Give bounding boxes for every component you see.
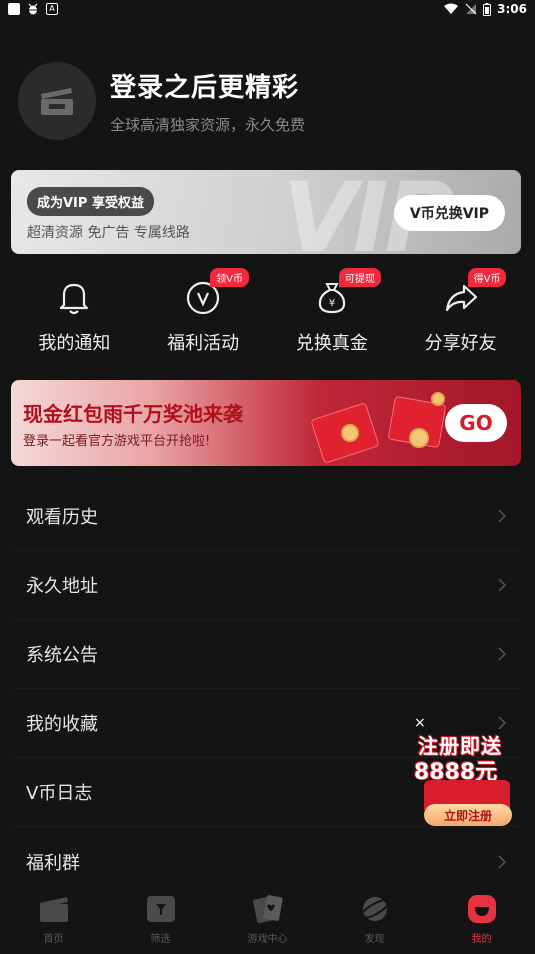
badge-withdrawable: 可提现 bbox=[338, 268, 381, 287]
shortcut-label: 我的通知 bbox=[38, 333, 111, 354]
register-float-ad[interactable]: × 注册即送 8888元 立即注册 bbox=[412, 716, 520, 828]
profile-header[interactable]: 登录之后更精彩 全球高清独家资源，永久免费 bbox=[18, 62, 305, 140]
tab-label: 首页 bbox=[43, 934, 64, 945]
status-icons-left: A bbox=[8, 3, 58, 15]
default-avatar-icon bbox=[41, 88, 73, 115]
tab-mine[interactable]: 我的 bbox=[428, 882, 535, 954]
bottom-tab-bar: 首页 筛选 游戏中心 发现 我的 bbox=[0, 882, 535, 954]
menu-label: V币日志 bbox=[26, 783, 93, 804]
login-title[interactable]: 登录之后更精彩 bbox=[110, 67, 305, 104]
go-button[interactable]: GO bbox=[445, 404, 507, 442]
chevron-right-icon bbox=[495, 509, 509, 523]
menu-item-announcements[interactable]: 系统公告 bbox=[14, 620, 521, 689]
status-time: 3:06 bbox=[497, 2, 527, 16]
avatar[interactable] bbox=[18, 62, 96, 140]
menu-label: 福利群 bbox=[26, 852, 80, 874]
svg-text:¥: ¥ bbox=[329, 298, 335, 309]
shortcut-exchange-cash[interactable]: 可提现 ¥ 兑换真金 bbox=[277, 268, 387, 358]
badge-earn-vcoin: 得V币 bbox=[467, 268, 507, 287]
a-badge-icon: A bbox=[46, 3, 58, 15]
tab-filter[interactable]: 筛选 bbox=[107, 882, 214, 954]
planet-icon bbox=[359, 894, 391, 924]
shortcut-label: 福利活动 bbox=[167, 333, 240, 354]
menu-label: 我的收藏 bbox=[26, 714, 98, 735]
login-subtitle: 全球高清独家资源，永久免费 bbox=[110, 116, 306, 134]
menu-item-permanent-address[interactable]: 永久地址 bbox=[14, 551, 521, 620]
status-icons-right: 3:06 bbox=[443, 2, 527, 16]
shortcut-row: 我的通知 领V币 福利活动 可提现 ¥ 兑换真金 得V币 分享好友 bbox=[0, 268, 535, 358]
tab-home[interactable]: 首页 bbox=[0, 882, 107, 954]
close-icon[interactable]: × bbox=[414, 716, 428, 730]
tab-discover[interactable]: 发现 bbox=[321, 882, 428, 954]
chevron-right-icon bbox=[495, 578, 509, 592]
shortcut-label: 兑换真金 bbox=[295, 333, 368, 354]
menu-label: 系统公告 bbox=[26, 645, 98, 666]
bell-icon bbox=[56, 280, 92, 316]
notification-square-icon bbox=[8, 3, 20, 15]
tab-label: 筛选 bbox=[150, 934, 171, 945]
profile-text: 登录之后更精彩 全球高清独家资源，永久免费 bbox=[110, 67, 305, 135]
tab-label: 我的 bbox=[471, 934, 492, 945]
vip-tag: 成为VIP 享受权益 bbox=[27, 187, 154, 216]
menu-label: 永久地址 bbox=[26, 576, 98, 597]
cards-icon bbox=[252, 894, 284, 924]
menu-item-watch-history[interactable]: 观看历史 bbox=[14, 482, 521, 551]
wifi-icon bbox=[444, 3, 459, 14]
no-signal-icon bbox=[465, 3, 477, 15]
bug-icon bbox=[27, 3, 39, 15]
filter-icon bbox=[145, 894, 177, 924]
shortcut-label: 分享好友 bbox=[424, 333, 497, 354]
tab-game-center[interactable]: 游戏中心 bbox=[214, 882, 321, 954]
register-now-button[interactable]: 立即注册 bbox=[424, 804, 512, 826]
battery-icon bbox=[483, 2, 492, 16]
banner-title: 现金红包雨千万奖池来袭 bbox=[23, 402, 243, 426]
vip-card[interactable]: VIP 成为VIP 享受权益 超清资源 免广告 专属线路 V币兑换VIP bbox=[11, 170, 521, 254]
vip-perks: 超清资源 免广告 专属线路 bbox=[27, 225, 190, 241]
chevron-right-icon bbox=[495, 854, 509, 869]
profile-icon bbox=[466, 894, 498, 924]
red-packet-banner[interactable]: 现金红包雨千万奖池来袭 登录一起看官方游戏平台开抢啦! GO bbox=[11, 380, 521, 466]
chevron-right-icon bbox=[495, 647, 509, 661]
clapperboard-icon bbox=[38, 894, 70, 924]
status-bar: A 3:06 bbox=[0, 0, 535, 18]
banner-subtitle: 登录一起看官方游戏平台开抢啦! bbox=[23, 434, 211, 449]
gold-coin-decoration bbox=[409, 428, 429, 448]
tab-label: 游戏中心 bbox=[247, 934, 288, 945]
vcoin-exchange-vip-button[interactable]: V币兑换VIP bbox=[393, 195, 505, 231]
gold-coin-decoration bbox=[431, 392, 445, 406]
tab-label: 发现 bbox=[364, 934, 385, 945]
shortcut-notifications[interactable]: 我的通知 bbox=[19, 268, 129, 358]
badge-claim-vcoin: 领V币 bbox=[210, 268, 249, 287]
shortcut-welfare[interactable]: 领V币 福利活动 bbox=[148, 268, 258, 358]
gold-coin-decoration bbox=[341, 424, 359, 442]
menu-label: 观看历史 bbox=[26, 507, 98, 528]
menu-list: 观看历史 永久地址 系统公告 我的收藏 V币日志 福利群 bbox=[0, 482, 535, 896]
shortcut-share[interactable]: 得V币 分享好友 bbox=[406, 268, 516, 358]
